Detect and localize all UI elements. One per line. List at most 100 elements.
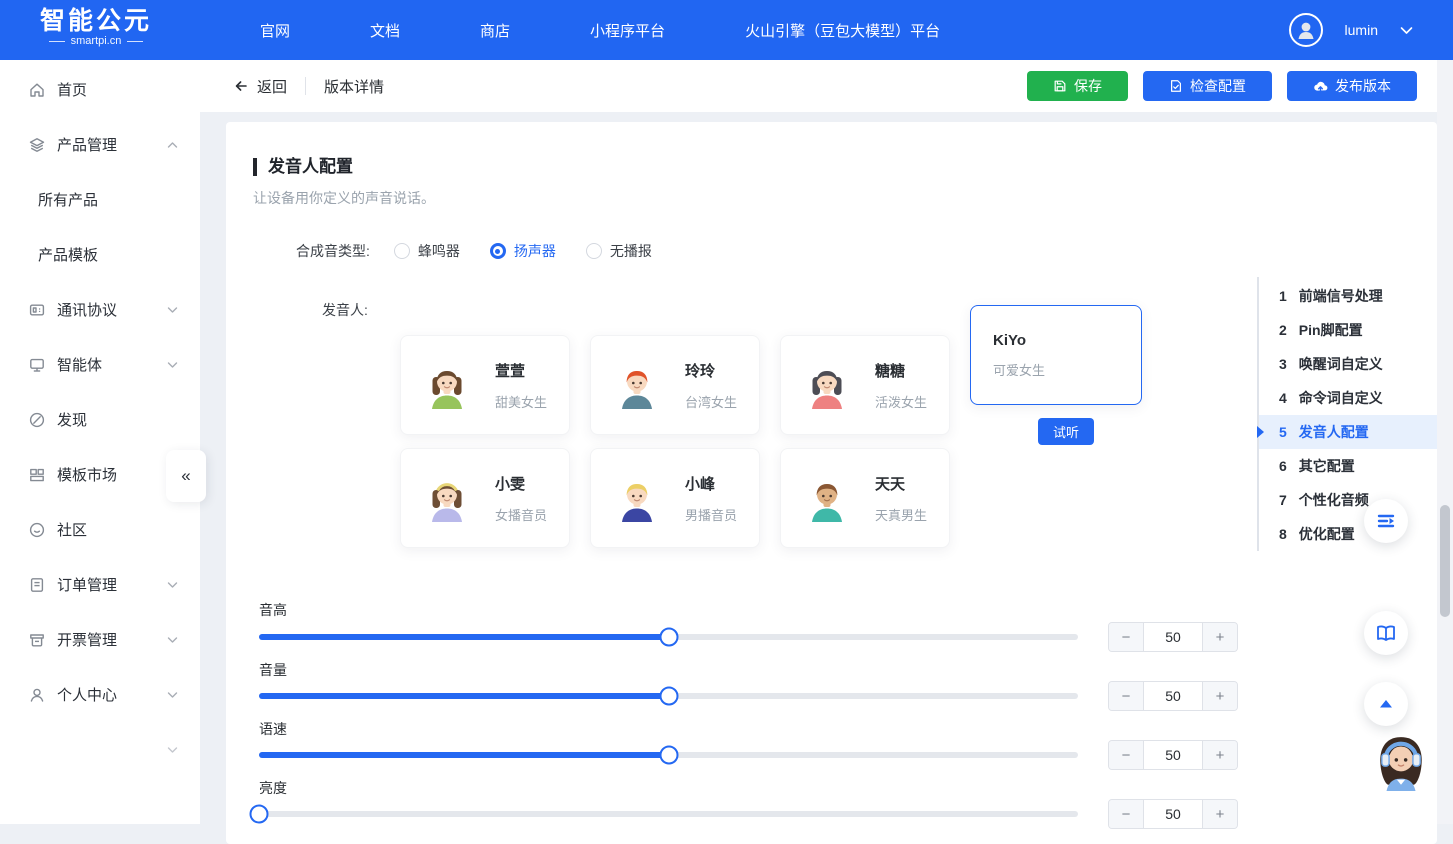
voice-card-xiaofeng[interactable]: 小峰 男播音员 [590,448,760,548]
book-icon [1375,622,1397,644]
slider-thumb[interactable] [659,746,678,765]
decrease-button[interactable]: − [1109,682,1143,710]
voice-card-xuanxuan[interactable]: 萱萱 甜美女生 [400,335,570,435]
increase-button[interactable]: + [1203,682,1237,710]
sidebar-item-more[interactable] [0,722,200,777]
sidebar-item-label: 产品模板 [38,244,98,265]
sidebar-item-home[interactable]: 首页 [0,62,200,117]
radio-speaker[interactable]: 扬声器 [490,241,556,261]
anchor-item-1[interactable]: 1前端信号处理 [1259,279,1437,313]
anchor-label: 优化配置 [1299,524,1355,544]
pitch-slider[interactable] [259,627,1078,647]
slider-thumb[interactable] [659,687,678,706]
back-button[interactable]: 返回 [233,76,287,97]
slider-fill [259,693,669,699]
config-card: 发音人配置 让设备用你定义的声音说话。 合成音类型: 蜂鸣器 扬声器 无播报 发… [226,122,1437,844]
radio-dot[interactable] [586,243,602,259]
cloud-upload-icon [1313,79,1328,93]
anchor-num: 5 [1279,424,1287,440]
assistant-mascot[interactable] [1372,733,1430,791]
user-avatar-icon[interactable] [1289,13,1323,47]
decrease-button[interactable]: − [1109,623,1143,651]
home-icon [28,81,46,99]
logo[interactable]: 智能公元 smartpi.cn [40,7,152,47]
check-config-button[interactable]: 检查配置 [1143,71,1272,101]
slider-thumb[interactable] [250,805,269,824]
anchor-item-5-active[interactable]: 5发音人配置 [1259,415,1437,449]
sidebar-item-agent[interactable]: 智能体 [0,337,200,392]
back-to-top-button[interactable] [1364,682,1408,726]
stepper-value[interactable]: 50 [1143,741,1203,769]
sidebar-item-product-management[interactable]: 产品管理 [0,117,200,172]
sidebar-item-community[interactable]: 社区 [0,502,200,557]
voice-card-kiyo-selected[interactable]: KiYo 可爱女生 [970,305,1142,405]
sidebar-item-all-products[interactable]: 所有产品 [0,172,200,227]
voice-card-xiaowen[interactable]: 小雯 女播音员 [400,448,570,548]
radio-buzzer[interactable]: 蜂鸣器 [394,241,460,261]
scrollbar[interactable] [1437,60,1453,824]
brightness-slider[interactable] [259,804,1078,824]
stepper-value[interactable]: 50 [1143,623,1203,651]
radio-no-broadcast[interactable]: 无播报 [586,241,652,261]
sidebar-item-personal-center[interactable]: 个人中心 [0,667,200,722]
sidebar-item-label: 通讯协议 [57,299,117,320]
stepper-value[interactable]: 50 [1143,682,1203,710]
active-triangle-icon [1257,426,1264,438]
anchor-item-8[interactable]: 8优化配置 [1259,517,1437,551]
nav-miniprogram-platform[interactable]: 小程序平台 [590,20,665,41]
anchor-label: Pin脚配置 [1299,320,1363,340]
chevron-down-icon[interactable] [1400,26,1413,35]
voice-desc: 女播音员 [495,505,547,524]
anchor-item-4[interactable]: 4命令词自定义 [1259,381,1437,415]
manual-book-button[interactable] [1364,611,1408,655]
collapse-sidebar-button[interactable]: « [166,450,206,502]
anchor-item-6[interactable]: 6其它配置 [1259,449,1437,483]
sidebar-item-discover[interactable]: 发现 [0,392,200,447]
voice-card-tangtang[interactable]: 糖糖 活泼女生 [780,335,950,435]
volume-slider[interactable] [259,686,1078,706]
user-box[interactable]: lumin [1289,0,1413,60]
publish-version-button[interactable]: 发布版本 [1287,71,1417,101]
section-subtitle: 让设备用你定义的声音说话。 [253,188,435,208]
voice-card-tiantian[interactable]: 天天 天真男生 [780,448,950,548]
nav-docs[interactable]: 文档 [370,20,400,41]
section-title: 发音人配置 [253,158,353,176]
slider-track[interactable] [259,811,1078,817]
anchor-item-7[interactable]: 7个性化音频 [1259,483,1437,517]
sidebar-item-product-templates[interactable]: 产品模板 [0,227,200,282]
radio-dot[interactable] [394,243,410,259]
speed-slider[interactable] [259,745,1078,765]
anchor-item-3[interactable]: 3唤醒词自定义 [1259,347,1437,381]
sidebar-item-communication-protocol[interactable]: 通讯协议 [0,282,200,337]
increase-button[interactable]: + [1203,623,1237,651]
voice-card-lingling[interactable]: 玲玲 台湾女生 [590,335,760,435]
synth-type-row: 合成音类型: 蜂鸣器 扬声器 无播报 [296,241,652,261]
radio-label: 蜂鸣器 [418,241,460,261]
sidebar-item-label: 产品管理 [57,134,117,155]
sidebar-item-invoice-management[interactable]: 开票管理 [0,612,200,667]
decrease-button[interactable]: − [1109,741,1143,769]
profile-icon [28,686,46,704]
radio-dot-checked[interactable] [490,243,506,259]
sidebar-item-order-management[interactable]: 订单管理 [0,557,200,612]
increase-button[interactable]: + [1203,741,1237,769]
scrollbar-thumb[interactable] [1440,505,1450,617]
pitch-stepper: − 50 + [1108,622,1238,652]
sidebar-item-label: 模板市场 [57,464,117,485]
save-button[interactable]: 保存 [1027,71,1128,101]
save-label: 保存 [1074,76,1102,96]
app-header: 智能公元 smartpi.cn 官网 文档 商店 小程序平台 火山引擎（豆包大模… [0,0,1453,60]
anchor-item-2[interactable]: 2Pin脚配置 [1259,313,1437,347]
voice-desc: 甜美女生 [495,392,547,411]
logo-subtitle: smartpi.cn [40,35,152,47]
nav-store[interactable]: 商店 [480,20,510,41]
nav-official-site[interactable]: 官网 [260,20,290,41]
voice-name: 小雯 [495,473,547,494]
nav-volcano-platform[interactable]: 火山引擎（豆包大模型）平台 [745,20,940,41]
sidebar-item-label: 订单管理 [57,574,117,595]
listen-button[interactable]: 试听 [1038,418,1094,445]
page-title: 版本详情 [324,76,384,97]
slider-thumb[interactable] [659,628,678,647]
anchor-menu-button[interactable] [1364,499,1408,543]
sidebar-item-label: 所有产品 [38,189,98,210]
